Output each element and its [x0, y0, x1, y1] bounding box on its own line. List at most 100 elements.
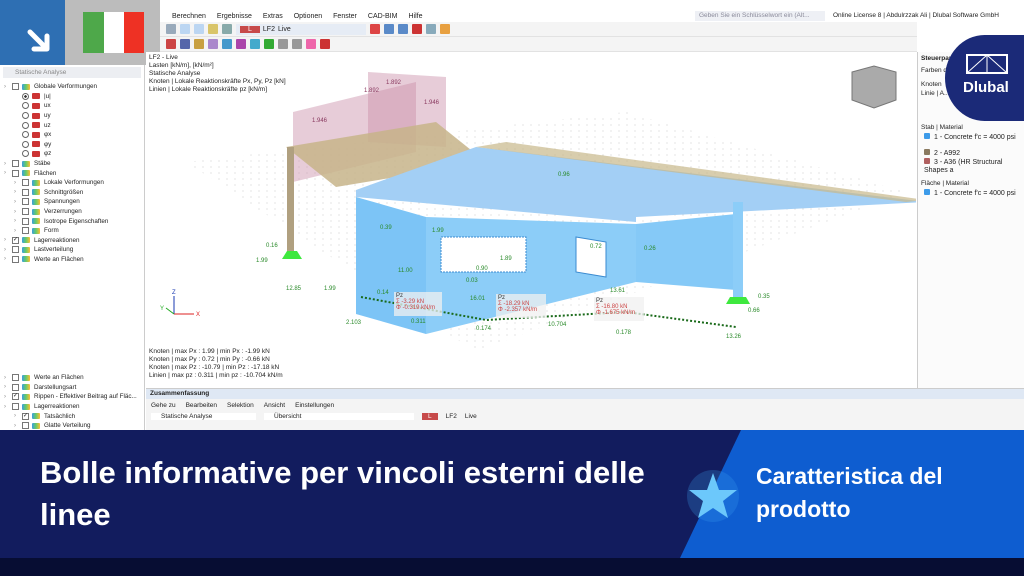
tree-item[interactable]: › Verzerrungen [0, 207, 145, 217]
tree-item[interactable]: ux [0, 101, 145, 111]
menu-hilfe[interactable]: Hilfe [408, 13, 422, 20]
checkbox[interactable] [22, 422, 29, 430]
tree-item[interactable]: uy [0, 111, 145, 121]
radio-button[interactable] [22, 112, 29, 120]
loadcase-name[interactable]: Live [465, 413, 477, 420]
expand-chevron-icon[interactable]: › [4, 170, 12, 176]
tree-item[interactable]: uz [0, 120, 145, 130]
checkbox[interactable]: ✓ [12, 236, 19, 244]
tree-item[interactable]: φy [0, 140, 145, 150]
loadcase-selector[interactable]: L LF2 Live [236, 23, 366, 35]
legend-item[interactable]: 1 - Concrete f'c = 4000 psi [924, 189, 1023, 198]
info-bubble[interactable]: Pz Σ -18.29 kN Φ -2.357 kN/m [496, 294, 546, 318]
checkbox[interactable] [12, 403, 19, 411]
tree-item[interactable]: › Form [0, 226, 145, 236]
node-icon[interactable] [180, 39, 190, 49]
tree-item[interactable]: › Flächen [0, 168, 145, 178]
menu-view[interactable]: Ansicht [264, 402, 285, 409]
menu-goto[interactable]: Gehe zu [151, 402, 176, 409]
checkbox[interactable] [12, 374, 19, 382]
tree-item[interactable]: › Globale Verformungen [0, 82, 145, 92]
menu-fenster[interactable]: Fenster [333, 13, 357, 20]
legend-item[interactable]: 1 - Concrete f'c = 4000 psi [924, 133, 1023, 142]
tree-item[interactable]: › Schnittgrößen [0, 188, 145, 198]
tree-item[interactable]: › Isotrope Eigenschaften [0, 216, 145, 226]
info-bubble[interactable]: Pz Σ -16.80 kN Φ -1.675 kN/m [594, 297, 644, 321]
tree-item[interactable]: › Lagerreaktionen [0, 402, 145, 412]
radio-button[interactable] [22, 140, 29, 148]
menu-extras[interactable]: Extras [263, 13, 283, 20]
checkbox[interactable] [12, 83, 19, 91]
checkbox[interactable] [12, 255, 19, 263]
expand-chevron-icon[interactable]: › [14, 180, 22, 186]
tree-item[interactable]: › Spannungen [0, 197, 145, 207]
checkbox[interactable] [12, 383, 19, 391]
checkbox[interactable] [12, 169, 19, 177]
checkbox[interactable] [22, 179, 29, 187]
view-icon[interactable] [426, 24, 436, 34]
tree-item[interactable]: › Stäbe [0, 159, 145, 169]
expand-chevron-icon[interactable]: › [14, 218, 22, 224]
checkbox[interactable] [12, 246, 19, 254]
expand-chevron-icon[interactable]: › [4, 247, 12, 253]
section-icon[interactable] [278, 39, 288, 49]
tree-item[interactable]: › Darstellungsart [0, 383, 145, 393]
menu-ergebnisse[interactable]: Ergebnisse [217, 13, 252, 20]
analysis-dropdown[interactable]: Statische Analyse [151, 413, 256, 420]
expand-chevron-icon[interactable]: › [4, 384, 12, 390]
menu-optionen[interactable]: Optionen [294, 13, 322, 20]
expand-chevron-icon[interactable]: › [14, 189, 22, 195]
checkbox[interactable]: ✓ [22, 412, 29, 420]
expand-chevron-icon[interactable]: › [14, 228, 22, 234]
expand-chevron-icon[interactable]: › [4, 84, 12, 90]
expand-chevron-icon[interactable]: › [4, 237, 12, 243]
menu-selection[interactable]: Selektion [227, 402, 254, 409]
expand-chevron-icon[interactable]: › [14, 423, 22, 429]
view-dropdown[interactable]: Übersicht [264, 413, 414, 420]
display-icon[interactable] [222, 24, 232, 34]
menu-settings[interactable]: Einstellungen [295, 402, 334, 409]
expand-chevron-icon[interactable]: › [4, 394, 12, 400]
expand-chevron-icon[interactable]: › [14, 209, 22, 215]
menu-cad-bim[interactable]: CAD-BIM [368, 13, 398, 20]
tree-item[interactable]: › ✓ Tatsächlich [0, 411, 145, 421]
expand-chevron-icon[interactable]: › [14, 199, 22, 205]
radio-button[interactable] [22, 92, 29, 100]
legend-item[interactable]: 3 - A36 (HR Structural Shapes a [924, 158, 1023, 174]
tree-item[interactable]: › Lokale Verformungen [0, 178, 145, 188]
menu-berechnen[interactable]: Berechnen [172, 13, 206, 20]
menu-edit[interactable]: Bearbeiten [186, 402, 217, 409]
results-icon[interactable] [250, 39, 260, 49]
tree-item[interactable]: › Lastverteilung [0, 245, 145, 255]
radio-button[interactable] [22, 102, 29, 110]
loadcase-id[interactable]: LF2 [446, 413, 457, 420]
tree-item[interactable]: › ✓ Rippen - Effektiver Beitrag auf Fläc..… [0, 392, 145, 402]
reactions-icon[interactable] [264, 39, 274, 49]
expand-chevron-icon[interactable]: › [4, 404, 12, 410]
surface-icon[interactable] [208, 39, 218, 49]
undo-icon[interactable] [166, 24, 176, 34]
tree-item[interactable]: |u| [0, 92, 145, 102]
delete-icon[interactable] [412, 24, 422, 34]
load-icon[interactable] [236, 39, 246, 49]
legend-item[interactable]: 2 - A992 [924, 149, 1023, 158]
tree-item[interactable]: › Werte an Flächen [0, 255, 145, 265]
result-icon[interactable] [384, 24, 394, 34]
radio-button[interactable] [22, 121, 29, 129]
search-input[interactable]: Geben Sie ein Schlüsselwort ein (Alt... [695, 11, 825, 21]
color-icon[interactable] [440, 24, 450, 34]
3d-viewport[interactable]: LF2 - Live Lasten [kN/m], [kN/m²] Statis… [146, 52, 916, 388]
view-icon[interactable] [194, 24, 204, 34]
info-bubble[interactable]: Pz Σ -3.29 kN Φ -0.319 kN/m [394, 292, 442, 316]
diagram-icon[interactable] [306, 39, 316, 49]
back-tile[interactable] [0, 0, 65, 65]
checkbox[interactable] [22, 188, 29, 196]
expand-chevron-icon[interactable]: › [4, 375, 12, 381]
view-icon[interactable] [180, 24, 190, 34]
tree-item[interactable]: φz [0, 149, 145, 159]
expand-chevron-icon[interactable]: › [14, 413, 22, 419]
tree-item[interactable]: › Werte an Flächen [0, 373, 145, 383]
tree-item[interactable]: › ✓ Lagerreaktionen [0, 236, 145, 246]
result-icon[interactable] [398, 24, 408, 34]
section-icon[interactable] [292, 39, 302, 49]
